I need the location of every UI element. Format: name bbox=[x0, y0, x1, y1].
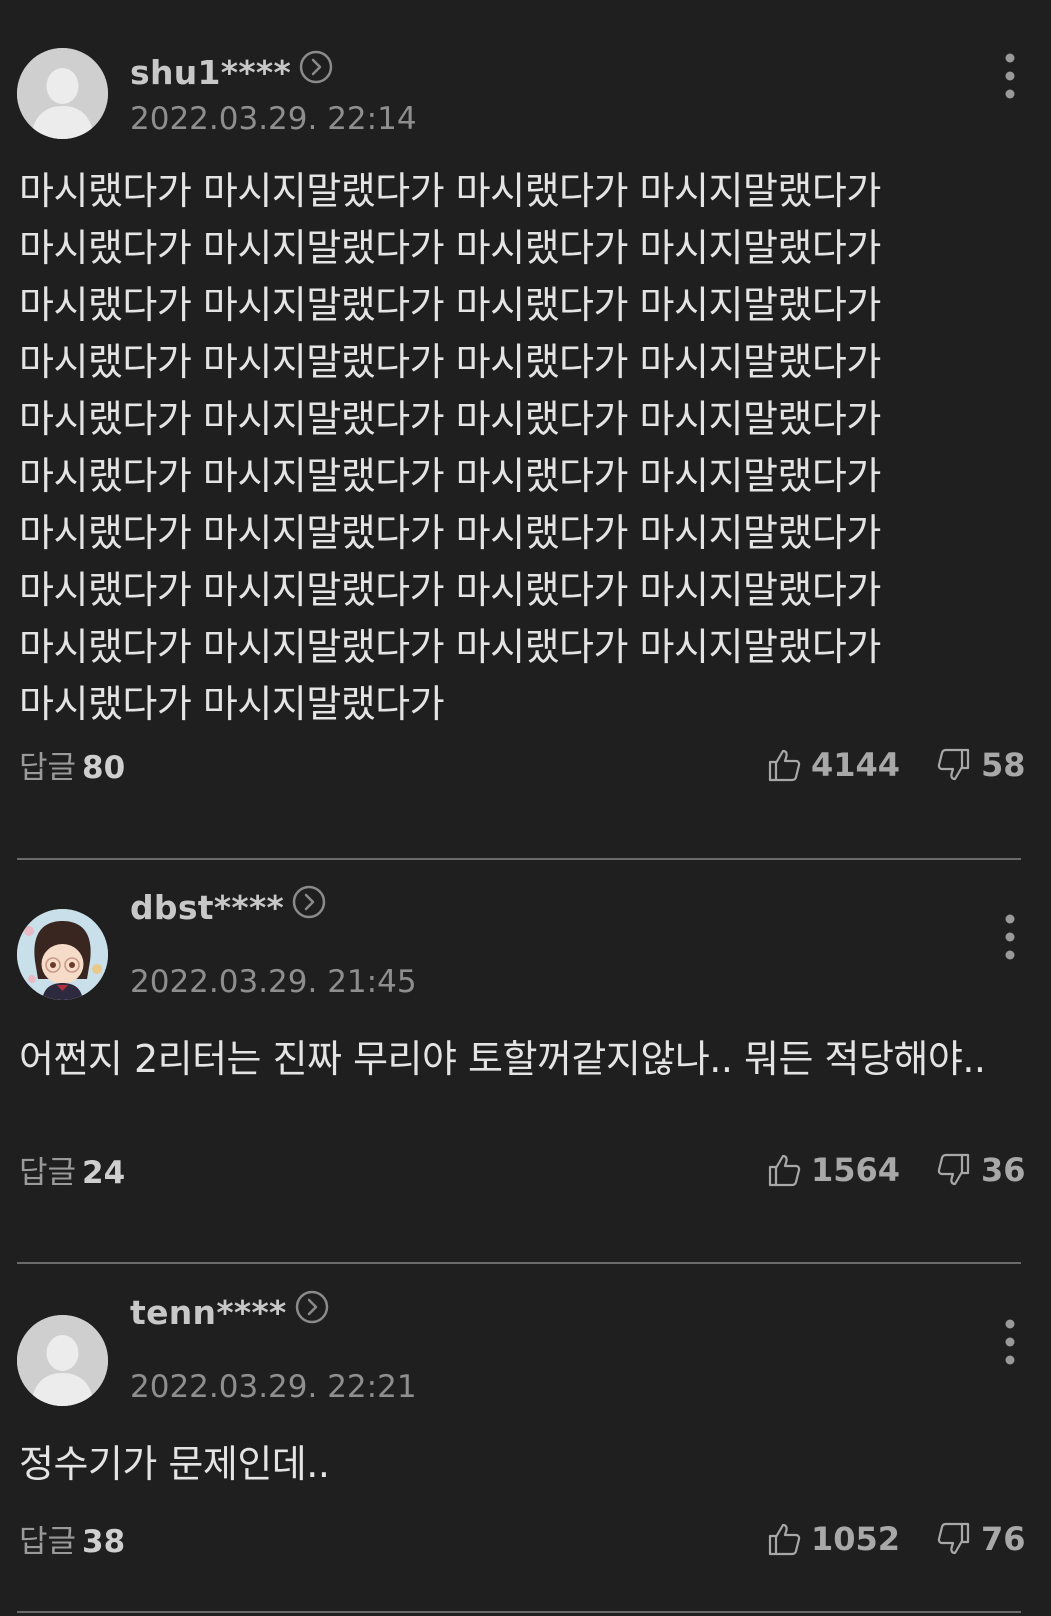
divider bbox=[17, 1611, 1021, 1613]
reply-button[interactable]: 답글 38 bbox=[19, 1520, 125, 1564]
dislike-count: 36 bbox=[981, 1151, 1026, 1189]
reply-label: 답글 bbox=[19, 750, 77, 786]
comment-footer: 답글 24 1564 36 bbox=[0, 1151, 1051, 1195]
nickname-text[interactable]: dbst**** bbox=[130, 888, 284, 927]
comment-text: 어쩐지 2리터는 진짜 무리야 토할꺼같지않나.. 뭐든 적당해야.. bbox=[19, 1037, 986, 1081]
like-button[interactable]: 1052 bbox=[767, 1517, 900, 1561]
character-avatar-icon[interactable] bbox=[17, 909, 108, 1000]
like-button[interactable]: 4144 bbox=[767, 743, 900, 787]
nickname-text[interactable]: shu1**** bbox=[130, 53, 291, 92]
reply-button[interactable]: 답글 24 bbox=[19, 1151, 125, 1195]
more-options-icon[interactable] bbox=[990, 1316, 1030, 1368]
comment-date: 2022.03.29. 22:21 bbox=[130, 1369, 417, 1405]
profile-arrow-icon[interactable] bbox=[295, 1290, 329, 1333]
comment-date: 2022.03.29. 22:14 bbox=[130, 101, 417, 137]
nickname[interactable]: shu1**** bbox=[130, 50, 333, 93]
like-button[interactable]: 1564 bbox=[767, 1148, 900, 1192]
like-count: 1564 bbox=[811, 1151, 901, 1189]
nickname[interactable]: dbst**** bbox=[130, 885, 326, 928]
default-avatar-icon[interactable] bbox=[17, 1315, 108, 1406]
comment-date: 2022.03.29. 21:45 bbox=[130, 964, 417, 1000]
dislike-button[interactable]: 58 bbox=[937, 743, 1026, 787]
reply-count: 38 bbox=[82, 1524, 126, 1560]
profile-arrow-icon[interactable] bbox=[292, 885, 326, 928]
reply-label: 답글 bbox=[19, 1524, 77, 1560]
thumbs-down-icon bbox=[937, 1522, 970, 1555]
profile-arrow-icon[interactable] bbox=[299, 50, 333, 93]
comment-list: shu1**** 2022.03.29. 22:14 마시랬다가 마시지말랬다가… bbox=[0, 0, 1051, 1616]
dislike-button[interactable]: 36 bbox=[937, 1148, 1026, 1192]
reply-count: 80 bbox=[82, 750, 126, 786]
divider bbox=[17, 1262, 1021, 1264]
comment-footer: 답글 38 1052 76 bbox=[0, 1520, 1051, 1564]
reply-label: 답글 bbox=[19, 1155, 77, 1191]
thumbs-up-icon bbox=[768, 749, 801, 782]
reply-count: 24 bbox=[82, 1155, 126, 1191]
thumbs-down-icon bbox=[937, 748, 970, 781]
comment-text: 정수기가 문제인데.. bbox=[19, 1442, 330, 1486]
dislike-count: 58 bbox=[981, 746, 1026, 784]
nickname-text[interactable]: tenn**** bbox=[130, 1293, 287, 1332]
reply-button[interactable]: 답글 80 bbox=[19, 746, 125, 790]
like-count: 1052 bbox=[811, 1520, 901, 1558]
nickname[interactable]: tenn**** bbox=[130, 1290, 329, 1333]
divider bbox=[17, 858, 1021, 860]
like-count: 4144 bbox=[811, 746, 901, 784]
thumbs-up-icon bbox=[768, 1523, 801, 1556]
more-options-icon[interactable] bbox=[990, 911, 1030, 963]
dislike-button[interactable]: 76 bbox=[937, 1517, 1026, 1561]
comment-text: 마시랬다가 마시지말랬다가 마시랬다가 마시지말랬다가 마시랬다가 마시지말랬다… bbox=[19, 169, 881, 726]
thumbs-down-icon bbox=[937, 1153, 970, 1186]
more-options-icon[interactable] bbox=[990, 50, 1030, 102]
default-avatar-icon[interactable] bbox=[17, 48, 108, 139]
dislike-count: 76 bbox=[981, 1520, 1026, 1558]
thumbs-up-icon bbox=[768, 1154, 801, 1187]
comment-footer: 답글 80 4144 58 bbox=[0, 746, 1051, 790]
